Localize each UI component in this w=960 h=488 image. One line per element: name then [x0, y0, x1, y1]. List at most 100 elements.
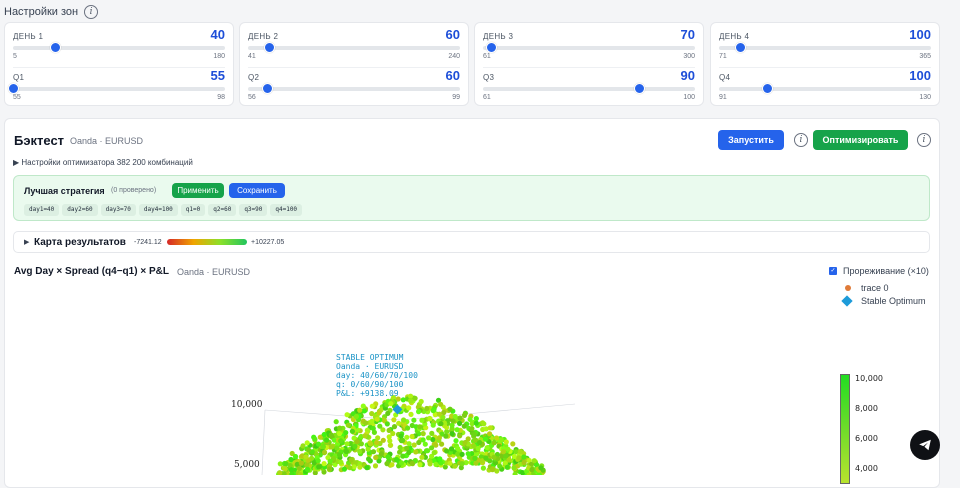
slider-thumb[interactable]: [264, 42, 275, 53]
slider-thumb[interactable]: [262, 83, 273, 94]
slider-track[interactable]: [13, 87, 225, 91]
colorbar-tick: 6,000: [855, 434, 878, 443]
slider-value: 100: [909, 68, 931, 83]
results-max: +10227.05: [251, 239, 284, 246]
best-strategy-count: (0 проверено): [111, 187, 156, 194]
slider-label: Q2: [248, 73, 259, 82]
slider-thumb[interactable]: [735, 42, 746, 53]
zone-card-4: ДЕНЬ 4 100 71 365 Q4 100 91 130: [710, 22, 940, 106]
legend-label: trace 0: [861, 283, 889, 293]
zone-card-1: ДЕНЬ 1405180Q1555598: [4, 22, 234, 106]
optimizer-settings-toggle[interactable]: ▶ Настройки оптимизатора 382 200 комбина…: [13, 158, 193, 167]
orange-dot-icon: [845, 285, 851, 291]
legend-item-trace[interactable]: trace 0: [843, 281, 926, 294]
checkbox-checked-icon[interactable]: ✓: [829, 267, 837, 275]
slider-track[interactable]: [483, 87, 695, 91]
run-button[interactable]: Запустить: [718, 130, 784, 150]
param-chip: q4=100: [270, 204, 302, 216]
slider-thumb[interactable]: [50, 42, 61, 53]
best-strategy-title: Лучшая стратегия: [24, 186, 105, 196]
slider-thumb[interactable]: [8, 83, 19, 94]
slider-max: 300: [683, 53, 695, 60]
day-slider-row: ДЕНЬ 3 70 61 300: [483, 27, 695, 65]
q-slider-row: Q39061100: [483, 67, 695, 105]
annotation-line: Oanda · EURUSD: [336, 362, 418, 371]
y-tick-5000: 5,000: [234, 460, 260, 470]
slider-value: 100: [909, 27, 931, 42]
param-chips: day1=40day2=60day3=70day4=100q1=0q2=60q3…: [24, 204, 302, 216]
slider-track[interactable]: [719, 46, 931, 50]
param-chip: q3=90: [239, 204, 267, 216]
slider-max: 240: [448, 53, 460, 60]
slider-value: 60: [446, 27, 460, 42]
slider-max: 98: [217, 94, 225, 101]
slider-label: ДЕНЬ 3: [483, 32, 513, 41]
thinning-label: Прореживание (×10): [843, 266, 929, 276]
run-info-icon[interactable]: i: [794, 133, 808, 147]
slider-min: 5: [13, 53, 17, 60]
send-icon: [918, 438, 932, 452]
slider-value: 70: [681, 27, 695, 42]
slider-max: 130: [919, 94, 931, 101]
slider-track[interactable]: [248, 87, 460, 91]
slider-label: Q4: [719, 73, 730, 82]
day-slider-row: ДЕНЬ 4 100 71 365: [719, 27, 931, 65]
slider-track[interactable]: [13, 46, 225, 50]
results-min: -7241.12: [134, 239, 162, 246]
results-map-title: Карта результатов: [34, 237, 126, 248]
slider-thumb[interactable]: [634, 83, 645, 94]
param-chip: day4=100: [139, 204, 178, 216]
backtest-panel: Бэктест Oanda · EURUSD Запустить i Оптим…: [4, 118, 940, 488]
colorbar: [840, 374, 850, 484]
slider-label: Q1: [13, 73, 24, 82]
slider-min: 61: [483, 53, 491, 60]
results-map-toggle[interactable]: ▶ Карта результатов -7241.12 +10227.05: [13, 231, 930, 253]
slider-min: 91: [719, 94, 727, 101]
slider-max: 365: [919, 53, 931, 60]
plot-title: Avg Day × Spread (q4−q1) × P&L: [14, 266, 169, 277]
slider-value: 40: [211, 27, 225, 42]
colorbar-tick: 4,000: [855, 464, 878, 473]
optimize-button[interactable]: Оптимизировать: [813, 130, 908, 150]
slider-thumb[interactable]: [486, 42, 497, 53]
info-icon[interactable]: i: [84, 5, 98, 19]
slider-label: ДЕНЬ 2: [248, 32, 278, 41]
slider-min: 61: [483, 94, 491, 101]
backtest-title: Бэктест: [14, 133, 64, 148]
slider-track[interactable]: [483, 46, 695, 50]
q-slider-row: Q2605699: [248, 67, 460, 105]
zone-card-2: ДЕНЬ 2 60 41 240 Q2605699: [239, 22, 469, 106]
zones-header: Настройки зон i: [4, 4, 98, 20]
backtest-subtitle: Oanda · EURUSD: [70, 136, 143, 146]
day-slider-row: ДЕНЬ 1405180: [13, 27, 225, 65]
slider-min: 55: [13, 94, 21, 101]
slider-max: 100: [683, 94, 695, 101]
slider-track[interactable]: [719, 87, 931, 91]
best-strategy-box: Лучшая стратегия (0 проверено) Применить…: [13, 175, 930, 221]
apply-button[interactable]: Применить: [172, 183, 224, 198]
day-slider-row: ДЕНЬ 2 60 41 240: [248, 27, 460, 65]
param-chip: q1=0: [181, 204, 205, 216]
thinning-checkbox[interactable]: ✓ Прореживание (×10): [829, 266, 929, 276]
slider-min: 41: [248, 53, 256, 60]
legend-label: Stable Optimum: [861, 296, 926, 306]
slider-track[interactable]: [248, 46, 460, 50]
param-chip: day2=60: [62, 204, 97, 216]
plot-subtitle: Oanda · EURUSD: [177, 267, 250, 277]
diamond-icon: [841, 295, 852, 306]
slider-thumb[interactable]: [762, 83, 773, 94]
legend-item-optimum[interactable]: Stable Optimum: [843, 294, 926, 307]
telegram-button[interactable]: [910, 430, 940, 460]
q-slider-row: Q1 55 55 98: [13, 67, 225, 105]
save-button[interactable]: Сохранить: [229, 183, 285, 198]
results-gradient: [167, 239, 247, 245]
slider-min: 71: [719, 53, 727, 60]
expand-arrow-icon: ▶: [24, 238, 29, 246]
param-chip: day3=70: [101, 204, 136, 216]
optimize-info-icon[interactable]: i: [917, 133, 931, 147]
stable-optimum-annotation: STABLE OPTIMUMOanda · EURUSDday: 40/60/7…: [336, 353, 418, 398]
slider-label: ДЕНЬ 4: [719, 32, 749, 41]
colorbar-tick: 8,000: [855, 404, 878, 413]
annotation-line: P&L: +9138.09: [336, 389, 418, 398]
slider-value: 55: [211, 68, 225, 83]
